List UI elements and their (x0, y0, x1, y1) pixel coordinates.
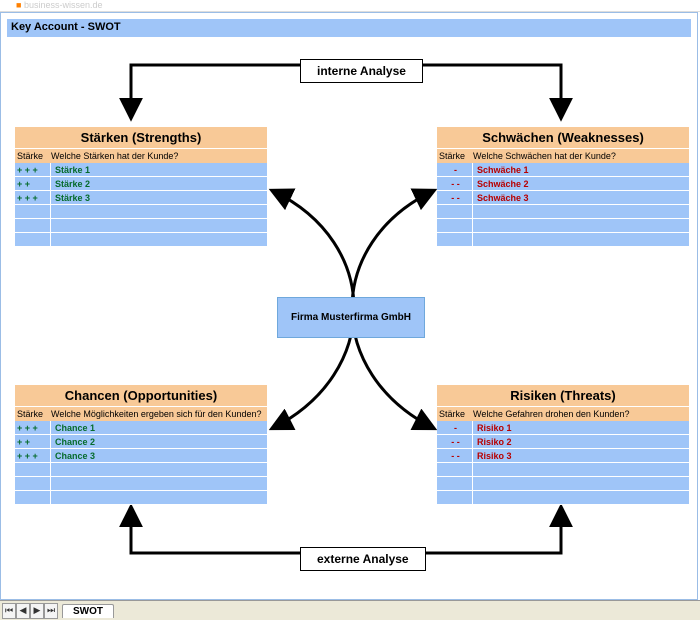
table-row[interactable] (437, 491, 689, 505)
item-cell: Risiko 3 (473, 449, 689, 462)
watermark-bar: ■ business-wissen.de (0, 0, 700, 12)
panel-title-opportunities: Chancen (Opportunities) (15, 385, 267, 407)
swot-canvas: Key Account - SWOT interne Analyse exter… (0, 12, 698, 600)
score-cell: - - (437, 177, 473, 190)
item-cell: Schwäche 2 (473, 177, 689, 190)
table-row[interactable]: - -Risiko 3 (437, 449, 689, 463)
col2-label: Welche Möglichkeiten ergeben sich für de… (51, 407, 267, 421)
score-cell: - - (437, 435, 473, 448)
panel-subhead-threats: Stärke Welche Gefahren drohen den Kunden… (437, 407, 689, 421)
table-row[interactable]: - -Schwäche 3 (437, 191, 689, 205)
score-cell: + + (15, 435, 51, 448)
score-cell: + + + (15, 191, 51, 204)
col2-label: Welche Gefahren drohen den Kunden? (473, 407, 689, 421)
score-cell: + + (15, 177, 51, 190)
table-row[interactable] (15, 463, 267, 477)
item-cell: Schwäche 1 (473, 163, 689, 176)
item-cell: Chance 1 (51, 421, 267, 434)
item-cell: Risiko 2 (473, 435, 689, 448)
score-cell: - (437, 163, 473, 176)
item-cell: Stärke 2 (51, 177, 267, 190)
table-row[interactable]: + +Chance 2 (15, 435, 267, 449)
table-row[interactable] (15, 491, 267, 505)
table-row[interactable]: + + +Chance 3 (15, 449, 267, 463)
table-row[interactable] (437, 477, 689, 491)
col1-label: Stärke (437, 149, 473, 163)
nav-first-icon[interactable]: ⏮ (2, 603, 16, 619)
panel-subhead-strengths: Stärke Welche Stärken hat der Kunde? (15, 149, 267, 163)
table-row[interactable]: + + +Stärke 3 (15, 191, 267, 205)
table-row[interactable] (437, 233, 689, 247)
panel-weaknesses: Schwächen (Weaknesses) Stärke Welche Sch… (437, 127, 689, 247)
panel-subhead-weaknesses: Stärke Welche Schwächen hat der Kunde? (437, 149, 689, 163)
col2-label: Welche Schwächen hat der Kunde? (473, 149, 689, 163)
nav-next-icon[interactable]: ▶ (30, 603, 44, 619)
panel-opportunities: Chancen (Opportunities) Stärke Welche Mö… (15, 385, 267, 505)
panel-threats: Risiken (Threats) Stärke Welche Gefahren… (437, 385, 689, 505)
panel-title-weaknesses: Schwächen (Weaknesses) (437, 127, 689, 149)
table-row[interactable]: - -Schwäche 2 (437, 177, 689, 191)
table-row[interactable] (15, 205, 267, 219)
panel-title-threats: Risiken (Threats) (437, 385, 689, 407)
item-cell: Chance 3 (51, 449, 267, 462)
item-cell: Stärke 1 (51, 163, 267, 176)
score-cell: - - (437, 191, 473, 204)
panel-subhead-opportunities: Stärke Welche Möglichkeiten ergeben sich… (15, 407, 267, 421)
panel-title-strengths: Stärken (Strengths) (15, 127, 267, 149)
page-title: Key Account - SWOT (7, 19, 691, 37)
table-row[interactable] (15, 219, 267, 233)
col2-label: Welche Stärken hat der Kunde? (51, 149, 267, 163)
item-cell: Risiko 1 (473, 421, 689, 434)
score-cell: + + + (15, 449, 51, 462)
company-box: Firma Musterfirma GmbH (277, 297, 425, 338)
table-row[interactable] (15, 233, 267, 247)
table-row[interactable]: -Schwäche 1 (437, 163, 689, 177)
table-row[interactable] (437, 205, 689, 219)
sheet-tab-bar: ⏮ ◀ ▶ ⏭ SWOT (0, 600, 700, 620)
col1-label: Stärke (15, 407, 51, 421)
panel-strengths: Stärken (Strengths) Stärke Welche Stärke… (15, 127, 267, 247)
score-cell: - (437, 421, 473, 434)
watermark-text: business-wissen.de (24, 0, 103, 10)
nav-last-icon[interactable]: ⏭ (44, 603, 58, 619)
table-row[interactable]: - -Risiko 2 (437, 435, 689, 449)
item-cell: Chance 2 (51, 435, 267, 448)
table-row[interactable] (437, 219, 689, 233)
col1-label: Stärke (437, 407, 473, 421)
table-row[interactable]: + +Stärke 2 (15, 177, 267, 191)
item-cell: Stärke 3 (51, 191, 267, 204)
score-cell: - - (437, 449, 473, 462)
item-cell: Schwäche 3 (473, 191, 689, 204)
table-row[interactable] (437, 463, 689, 477)
nav-prev-icon[interactable]: ◀ (16, 603, 30, 619)
score-cell: + + + (15, 163, 51, 176)
internal-analysis-label: interne Analyse (300, 59, 423, 83)
table-row[interactable]: + + +Stärke 1 (15, 163, 267, 177)
score-cell: + + + (15, 421, 51, 434)
table-row[interactable]: + + +Chance 1 (15, 421, 267, 435)
col1-label: Stärke (15, 149, 51, 163)
table-row[interactable]: -Risiko 1 (437, 421, 689, 435)
external-analysis-label: externe Analyse (300, 547, 426, 571)
sheet-tab-swot[interactable]: SWOT (62, 604, 114, 618)
table-row[interactable] (15, 477, 267, 491)
